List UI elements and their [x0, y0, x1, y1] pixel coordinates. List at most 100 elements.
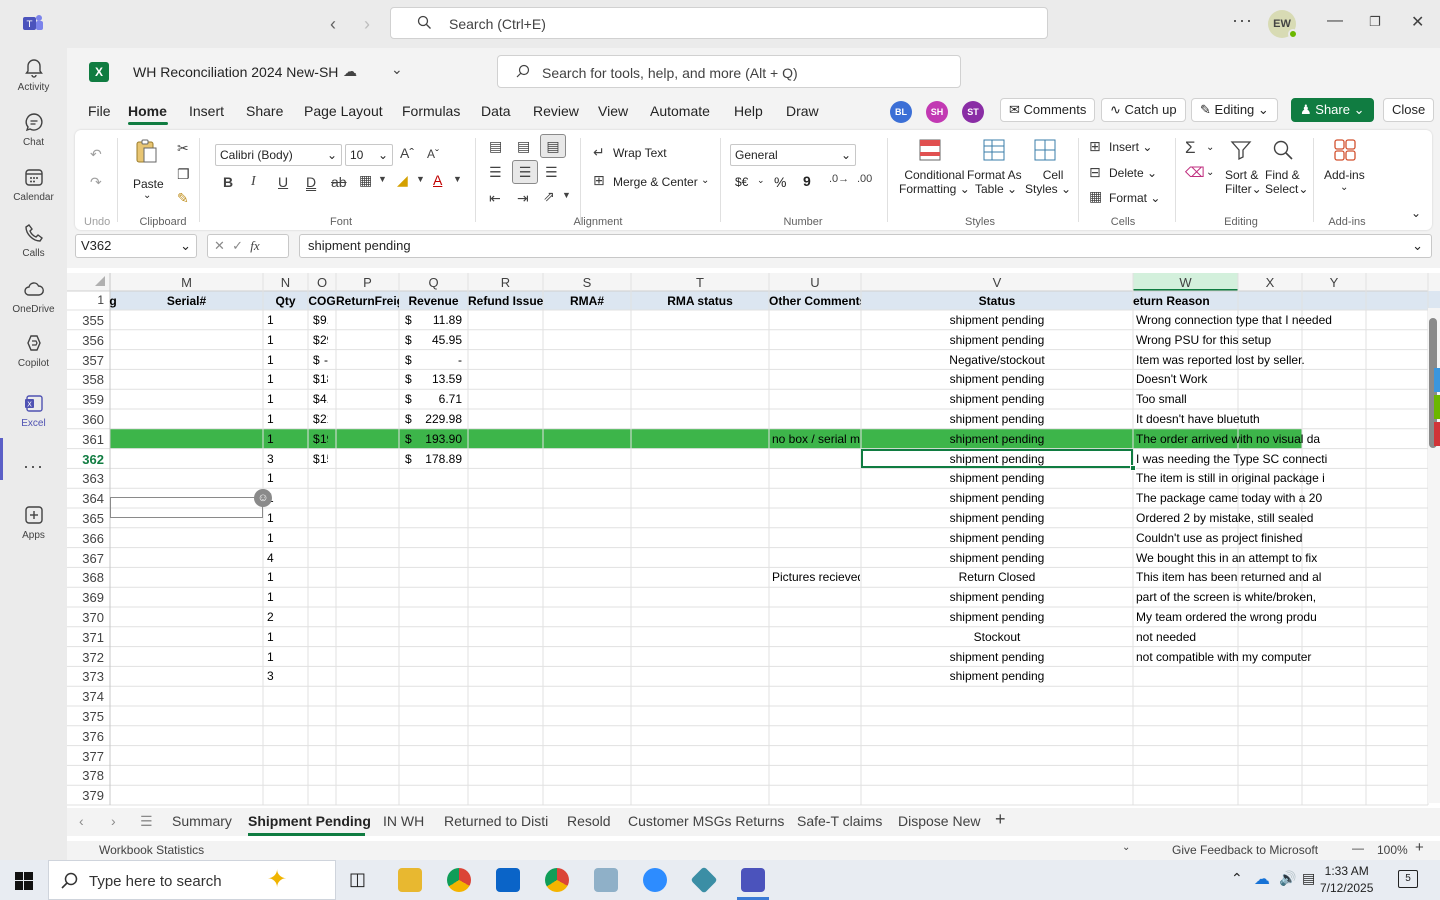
addins-label[interactable]: Add-ins [1324, 168, 1365, 182]
conditional-formatting-icon[interactable] [918, 138, 942, 162]
taskbar-search-input[interactable]: Type here to search ✦ [48, 860, 336, 900]
tab-file[interactable]: File [88, 103, 111, 119]
qty-cell[interactable]: 3 [267, 452, 274, 466]
row-number[interactable]: 364 [67, 491, 104, 506]
name-box[interactable]: V362 ⌄ [75, 234, 197, 258]
column-letter[interactable]: M [110, 275, 263, 290]
qty-cell[interactable]: 1 [267, 372, 274, 386]
return-reason-cell[interactable]: We bought this in an attempt to fix [1136, 551, 1427, 565]
presence-avatar[interactable]: ST [962, 101, 984, 123]
row-number[interactable]: 356 [67, 333, 104, 348]
qty-cell[interactable]: 1 [267, 432, 274, 446]
sheet-tab[interactable]: Safe-T claims [797, 813, 882, 829]
sort-filter-label[interactable]: Sort & Filter⌄ [1225, 168, 1262, 196]
selected-cell-outline[interactable] [861, 448, 1133, 469]
excel-search-input[interactable]: Search for tools, help, and more (Alt + … [497, 55, 961, 88]
tab-review[interactable]: Review [533, 103, 579, 119]
align-middle-icon[interactable]: ▤ [517, 138, 530, 155]
chevron-down-icon[interactable]: ⌄ [1206, 167, 1214, 178]
conditional-formatting-label[interactable]: Conditional Formatting ⌄ [899, 168, 970, 196]
row-number[interactable]: 355 [67, 313, 104, 328]
comment-cell[interactable]: no box / serial mismatch [772, 432, 860, 446]
qty-cell[interactable]: 1 [267, 531, 274, 545]
column-header[interactable]: RMA status [631, 294, 769, 308]
row-number[interactable]: 357 [67, 353, 104, 368]
qty-cell[interactable]: 1 [267, 570, 274, 584]
tab-help[interactable]: Help [734, 103, 763, 119]
currency-sign[interactable]: $ [313, 353, 320, 367]
copy-icon[interactable]: ❐ [177, 166, 190, 183]
app-icon[interactable] [594, 868, 618, 892]
chevron-down-icon[interactable]: ▼ [416, 174, 425, 184]
row-number[interactable]: 376 [67, 729, 104, 744]
font-name-dropdown[interactable]: Calibri (Body) ⌄ [215, 144, 342, 166]
cell-styles-label[interactable]: Cell Styles ⌄ [1025, 168, 1071, 196]
sheet-tab[interactable]: Returned to Disti [444, 813, 548, 829]
tab-page-layout[interactable]: Page Layout [304, 103, 383, 119]
column-header[interactable]: Other Comments [769, 294, 861, 308]
delete-cells-icon[interactable]: ⊟ [1089, 164, 1101, 181]
return-reason-cell[interactable]: Too small [1136, 392, 1427, 406]
zoom-level[interactable]: 100% [1377, 843, 1408, 857]
find-select-label[interactable]: Find & Select⌄ [1265, 168, 1308, 196]
cog-cell[interactable]: 9.17 [320, 313, 328, 327]
network-icon[interactable]: ▤ [1302, 870, 1315, 887]
zoom-app-icon[interactable] [643, 868, 667, 892]
chevron-down-icon[interactable]: ⌄ [1122, 842, 1130, 853]
row-number[interactable]: 1 [67, 293, 104, 307]
rail-item-calendar[interactable]: Calendar [0, 166, 67, 203]
format-cells-label[interactable]: Format ⌄ [1109, 191, 1160, 205]
rail-item-chat[interactable]: Chat [0, 111, 67, 148]
return-reason-cell[interactable]: It doesn't have bluetuth [1136, 412, 1427, 426]
chevron-down-icon[interactable]: ▼ [453, 174, 462, 184]
status-cell[interactable]: shipment pending [861, 372, 1133, 386]
qty-cell[interactable]: 1 [267, 333, 274, 347]
confirm-icon[interactable]: ✓ [232, 238, 243, 253]
qty-cell[interactable]: 1 [267, 590, 274, 604]
workbook-statistics[interactable]: Workbook Statistics [99, 843, 204, 857]
column-letter[interactable]: N [263, 275, 308, 290]
chevron-down-icon[interactable]: ▼ [378, 174, 387, 184]
redo-icon[interactable]: ↷ [90, 174, 102, 191]
row-number[interactable]: 359 [67, 392, 104, 407]
fill-color-icon[interactable]: ◢ [397, 172, 408, 189]
comments-button[interactable]: ✉ Comments [1000, 98, 1096, 122]
return-reason-cell[interactable]: Doesn't Work [1136, 372, 1427, 386]
undo-icon[interactable]: ↶ [90, 146, 102, 163]
merge-center-icon[interactable]: ⊞ [593, 172, 605, 189]
column-header[interactable]: Qty [263, 294, 308, 308]
saved-to-cloud-icon[interactable]: ☁ [343, 63, 357, 80]
status-cell[interactable]: Stockout [861, 630, 1133, 644]
status-cell[interactable]: shipment pending [861, 471, 1133, 485]
number-format-dropdown[interactable]: General ⌄ [730, 144, 856, 166]
wrap-text-icon[interactable]: ↵ [593, 144, 605, 161]
sheet-tab[interactable]: Summary [172, 813, 232, 829]
forward-arrow-icon[interactable]: › [364, 14, 370, 35]
status-cell[interactable]: shipment pending [861, 491, 1133, 505]
column-header[interactable]: ReturnFreight [336, 294, 399, 308]
chevron-down-icon[interactable]: ⌄ [1412, 235, 1423, 257]
chrome-profile-icon[interactable] [545, 868, 569, 892]
column-letter[interactable]: S [543, 275, 631, 290]
add-sheet-icon[interactable]: + [995, 809, 1006, 830]
notifications-icon[interactable]: 5 [1398, 870, 1418, 888]
qty-cell[interactable]: 1 [267, 412, 274, 426]
row-number[interactable]: 365 [67, 511, 104, 526]
row-number[interactable]: 371 [67, 630, 104, 645]
status-cell[interactable]: shipment pending [861, 650, 1133, 664]
status-cell[interactable]: Return Closed [861, 570, 1133, 584]
delete-cells-label[interactable]: Delete ⌄ [1109, 166, 1157, 180]
align-top-icon[interactable]: ▤ [489, 138, 502, 155]
sheet-list-icon[interactable]: ☰ [140, 813, 153, 830]
return-reason-cell[interactable]: not needed [1136, 630, 1427, 644]
status-cell[interactable]: shipment pending [861, 669, 1133, 683]
taskbar-clock[interactable]: 1:33 AM 7/12/2025 [1320, 863, 1373, 897]
insert-cells-icon[interactable]: ⊞ [1089, 138, 1101, 155]
return-reason-cell[interactable]: The order arrived with no visual da [1136, 432, 1427, 446]
formula-input[interactable]: shipment pending ⌄ [299, 234, 1432, 258]
decrease-decimal-icon[interactable]: .00 [857, 173, 872, 185]
title-chevron-down-icon[interactable]: ⌄ [391, 61, 403, 78]
column-header[interactable]: Refund Issued [468, 294, 543, 308]
return-reason-cell[interactable]: Wrong connection type that I needed [1136, 313, 1427, 327]
chevron-down-icon[interactable]: ▼ [562, 190, 571, 200]
